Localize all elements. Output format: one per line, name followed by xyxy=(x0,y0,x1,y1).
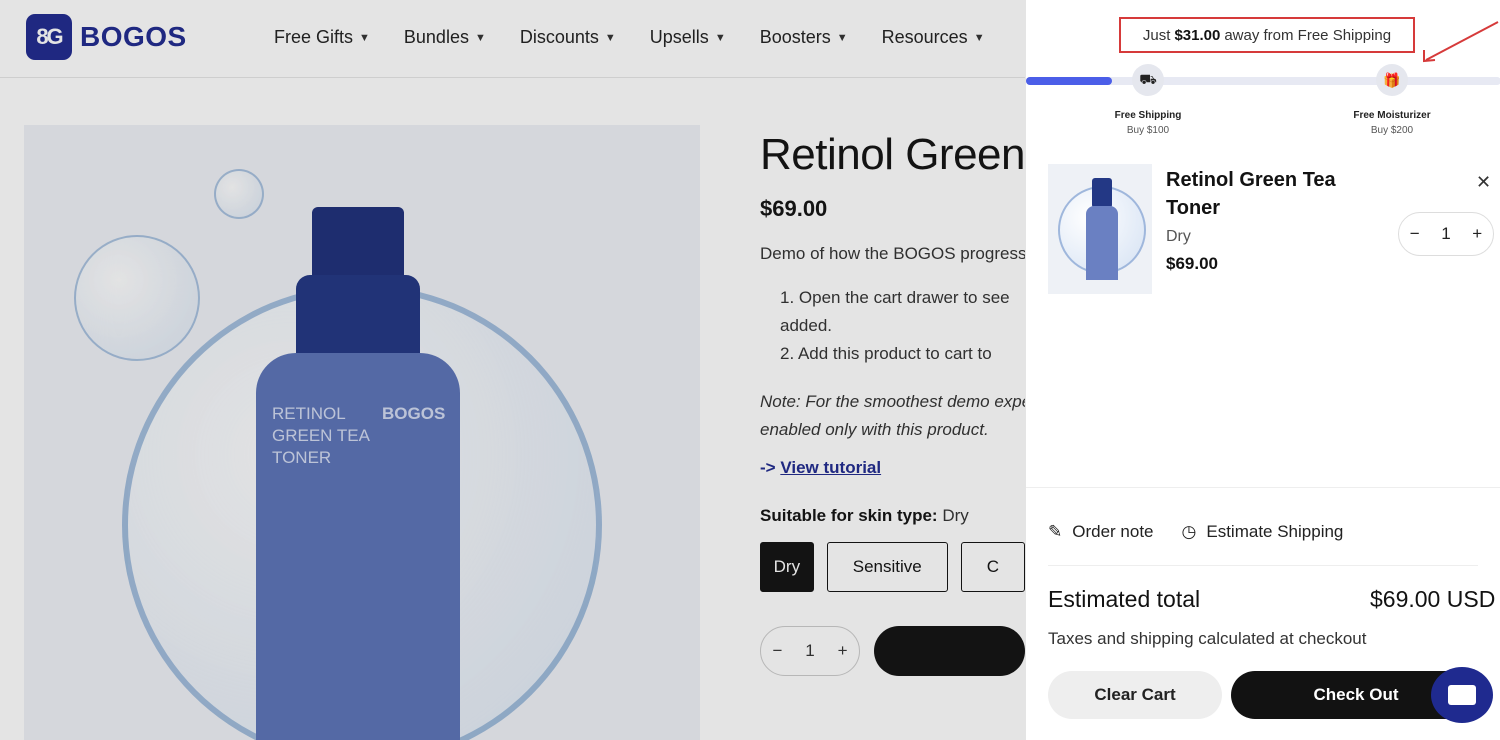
message-amount: $31.00 xyxy=(1174,26,1221,44)
pencil-icon: ✎ xyxy=(1048,522,1063,541)
order-note-button[interactable]: ✎ Order note xyxy=(1048,522,1154,542)
clear-cart-button[interactable]: Clear Cart xyxy=(1048,671,1222,719)
tax-note: Taxes and shipping calculated at checkou… xyxy=(1048,629,1367,648)
nav-item-free-gifts[interactable]: Free Gifts ▼ xyxy=(274,27,370,48)
skin-type: Suitable for skin type: Dry xyxy=(760,506,1025,526)
nav-item-resources[interactable]: Resources ▼ xyxy=(882,27,985,48)
chevron-down-icon: ▼ xyxy=(973,31,985,44)
thumbnail-cap xyxy=(1092,178,1112,208)
bubble-decoration xyxy=(214,169,264,219)
free-shipping-message: Just $31.00 away from Free Shipping xyxy=(1119,17,1415,53)
cart-drawer: Just $31.00 away from Free Shipping ⛟ Fr… xyxy=(1025,0,1500,740)
milestone-free-moisturizer: Free Moisturizer Buy $200 xyxy=(1327,108,1457,138)
estimate-shipping-button[interactable]: ◷ Estimate Shipping xyxy=(1182,522,1344,542)
message-suffix: away from Free Shipping xyxy=(1224,26,1392,44)
nav-item-upsells[interactable]: Upsells ▼ xyxy=(650,27,726,48)
nav-label: Free Gifts xyxy=(274,27,354,47)
quantity-stepper[interactable]: − 1 + xyxy=(760,626,861,676)
cart-item-thumbnail[interactable] xyxy=(1048,164,1152,294)
clock-icon: ◷ xyxy=(1181,522,1197,541)
divider xyxy=(1048,565,1478,566)
plus-icon[interactable]: + xyxy=(1472,224,1482,244)
bottle-label: RETINOL GREEN TEA TONER xyxy=(272,404,370,467)
nav-label: Boosters xyxy=(759,27,831,47)
note-line: Note: For the smoothest demo experience, xyxy=(760,392,1025,411)
variant-picker: Dry Sensitive C xyxy=(760,542,1025,592)
add-to-cart-button[interactable] xyxy=(874,626,1025,676)
logo-mark: 8G xyxy=(26,14,72,60)
minus-icon[interactable]: − xyxy=(1410,224,1420,244)
cart-item-name[interactable]: Retinol Green Tea Toner xyxy=(1166,166,1366,222)
truck-icon: ⛟ xyxy=(1132,64,1164,96)
product-description: Demo of how the BOGOS progress bar works… xyxy=(760,244,1025,263)
nav-item-boosters[interactable]: Boosters ▼ xyxy=(760,27,848,48)
skin-type-label: Suitable for skin type: xyxy=(760,506,938,525)
product-image[interactable]: RETINOL GREEN TEA TONER BOGOS xyxy=(24,125,700,740)
milestone-title: Free Moisturizer xyxy=(1353,110,1431,121)
progress-fill xyxy=(1026,77,1112,85)
message-prefix: Just xyxy=(1142,26,1171,44)
list-item: 1. Open the cart drawer to see xyxy=(780,288,1010,307)
chevron-down-icon: ▼ xyxy=(714,31,726,44)
product-info: Retinol Green Tea Toner $69.00 Demo of h… xyxy=(760,130,1025,740)
tutorial-link[interactable]: -> View tutorial xyxy=(760,458,1025,478)
list-item: 2. Add this product to cart to xyxy=(780,344,992,363)
cart-item-price: $69.00 xyxy=(1166,254,1218,273)
minus-icon[interactable]: − xyxy=(772,641,782,661)
milestone-title: Free Shipping xyxy=(1114,110,1182,121)
logo-text: BOGOS xyxy=(80,21,187,52)
cart-line-item: Retinol Green Tea Toner Dry $69.00 ✕ − 1… xyxy=(1048,164,1494,304)
variant-option-other[interactable]: C xyxy=(960,542,1025,592)
nav-label: Discounts xyxy=(519,27,599,47)
estimated-total-label: Estimated total xyxy=(1048,586,1201,612)
milestone-subtitle: Buy $100 xyxy=(1126,125,1170,136)
milestone-subtitle: Buy $200 xyxy=(1370,125,1414,136)
cart-options: ✎ Order note ◷ Estimate Shipping xyxy=(1048,522,1343,542)
brand-logo[interactable]: 8G BOGOS xyxy=(26,14,187,60)
cart-item-variant: Dry xyxy=(1166,228,1191,245)
annotation-arrow-icon xyxy=(1423,21,1499,63)
nav-label: Upsells xyxy=(649,27,709,47)
chevron-down-icon: ▼ xyxy=(836,31,848,44)
estimate-shipping-label: Estimate Shipping xyxy=(1206,522,1344,541)
bottle-brand: BOGOS xyxy=(382,404,446,423)
chevron-down-icon: ▼ xyxy=(604,31,616,44)
order-note-label: Order note xyxy=(1072,522,1154,541)
cart-quantity-stepper[interactable]: − 1 + xyxy=(1398,212,1494,256)
skin-type-value: Dry xyxy=(942,506,969,525)
variant-option-sensitive[interactable]: Sensitive xyxy=(826,542,948,592)
demo-note: Note: For the smoothest demo experience,… xyxy=(760,388,1025,444)
quantity-value: 1 xyxy=(805,641,815,660)
bubble-decoration xyxy=(74,235,200,361)
page: 8G BOGOS Free Gifts ▼ Bundles ▼ Discounts ▼… xyxy=(0,0,1500,740)
milestone-free-shipping: Free Shipping Buy $100 xyxy=(1083,108,1213,138)
arrow-icon: -> xyxy=(760,458,776,477)
plus-icon[interactable]: + xyxy=(838,641,848,661)
nav-item-discounts[interactable]: Discounts ▼ xyxy=(520,27,616,48)
estimated-total-value: $69.00 USD xyxy=(1370,586,1496,612)
chat-button[interactable] xyxy=(1431,667,1493,723)
note-line: enabled only with this product. xyxy=(760,420,989,439)
nav-label: Resources xyxy=(881,27,968,47)
purchase-row: − 1 + xyxy=(760,626,1025,676)
tutorial-link-label: View tutorial xyxy=(780,458,882,477)
progress-bar xyxy=(1026,77,1500,85)
thumbnail-bottle xyxy=(1086,206,1118,280)
main-nav: Free Gifts ▼ Bundles ▼ Discounts ▼ Upsells ▼… xyxy=(274,27,1019,48)
chevron-down-icon: ▼ xyxy=(359,31,370,44)
product-title: Retinol Green Tea Toner xyxy=(760,130,1025,179)
divider xyxy=(1026,487,1500,488)
demo-steps: 1. Open the cart drawer to see added. 2.… xyxy=(760,284,1025,368)
close-icon[interactable]: ✕ xyxy=(1476,172,1491,193)
product-price: $69.00 xyxy=(760,196,828,221)
gift-icon: 🎁 xyxy=(1376,64,1408,96)
nav-item-bundles[interactable]: Bundles ▼ xyxy=(404,27,486,48)
list-item: added. xyxy=(780,316,832,335)
quantity-value: 1 xyxy=(1441,224,1451,243)
chevron-down-icon: ▼ xyxy=(474,31,486,44)
nav-label: Bundles xyxy=(403,27,469,47)
variant-option-dry[interactable]: Dry xyxy=(760,542,814,592)
chat-icon xyxy=(1448,685,1476,705)
